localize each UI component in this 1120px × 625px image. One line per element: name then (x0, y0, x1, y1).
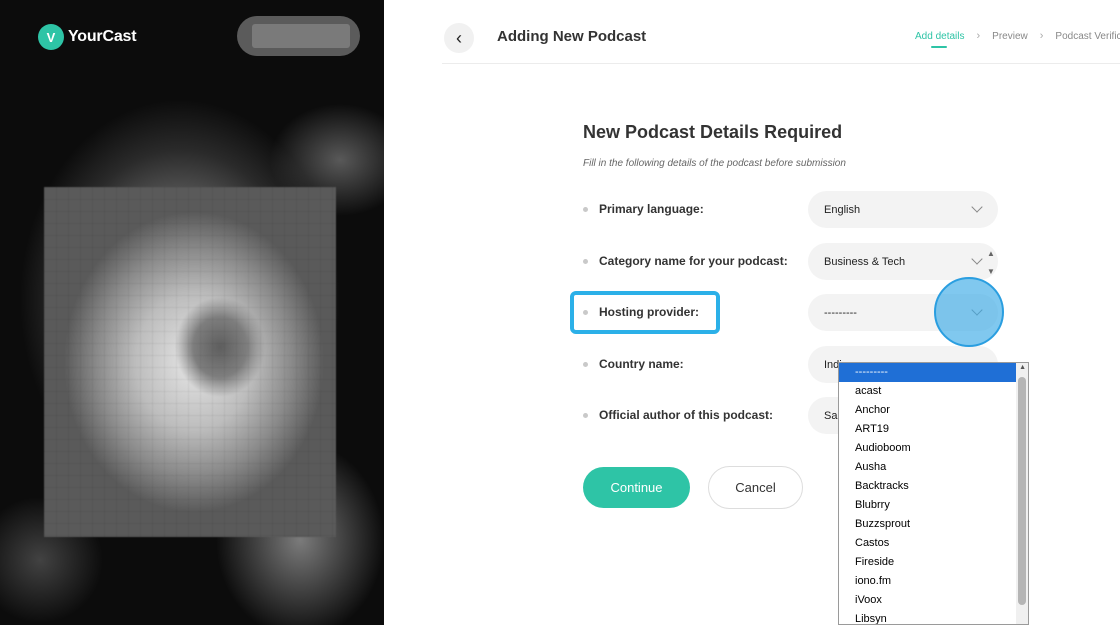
label-category-name: Category name for your podcast: (583, 254, 788, 268)
back-button[interactable]: ‹ (444, 23, 474, 53)
form-subtitle: Fill in the following details of the pod… (583, 158, 846, 169)
chevron-left-icon: ‹ (456, 27, 462, 48)
bullet-dot (583, 412, 588, 418)
dropdown-option[interactable]: iono.fm (839, 572, 1028, 591)
blurred-account-name (252, 24, 350, 48)
hosting-provider-dropdown[interactable]: --------- acast Anchor ART19 Audioboom A… (838, 362, 1029, 625)
left-preview-panel: V YourCast (0, 0, 384, 625)
category-select[interactable]: Business & Tech (808, 243, 998, 280)
caret-down-icon[interactable]: ▼ (987, 263, 995, 281)
page-header: ‹ Adding New Podcast Add details › Previ… (442, 0, 1120, 64)
chevron-down-icon (972, 255, 982, 265)
podcast-v-icon: V (38, 24, 64, 50)
page-title: Adding New Podcast (497, 28, 647, 45)
continue-button[interactable]: Continue (583, 467, 690, 508)
dropdown-option[interactable]: Blubrry (839, 496, 1028, 515)
cancel-button[interactable]: Cancel (708, 466, 803, 509)
bullet-dot (583, 309, 588, 315)
dropdown-option[interactable]: Castos (839, 534, 1028, 553)
scrollbar-thumb[interactable] (1018, 377, 1026, 605)
chevron-down-icon (972, 203, 982, 213)
form-title: New Podcast Details Required (583, 122, 843, 142)
bullet-dot (583, 258, 588, 264)
chevron-right-icon: › (1039, 30, 1044, 42)
brand-name: YourCast (68, 28, 137, 45)
brand-logo[interactable]: V YourCast (38, 24, 137, 50)
label-primary-language: Primary language: (583, 202, 704, 216)
pixelated-cover-image (44, 187, 336, 537)
progress-steps: Add details › Preview › Podcast Verifica (915, 30, 1120, 48)
dropdown-option[interactable]: iVoox (839, 591, 1028, 610)
bullet-dot (583, 361, 588, 367)
dropdown-option[interactable]: Buzzsprout (839, 515, 1028, 534)
dropdown-scrollbar[interactable]: ▲ (1016, 363, 1028, 624)
dropdown-option[interactable]: --------- (839, 363, 1028, 382)
dropdown-option[interactable]: ART19 (839, 420, 1028, 439)
label-official-author: Official author of this podcast: (583, 408, 773, 422)
bullet-dot (583, 206, 588, 212)
blurred-account-pill[interactable] (237, 16, 360, 56)
label-country-name: Country name: (583, 357, 684, 371)
step-add-details[interactable]: Add details (915, 31, 964, 48)
dropdown-option[interactable]: Ausha (839, 458, 1028, 477)
spinner-arrows[interactable]: ▲ ▼ (987, 245, 995, 281)
dropdown-option[interactable]: Backtracks (839, 477, 1028, 496)
dropdown-option[interactable]: Fireside (839, 553, 1028, 572)
step-preview[interactable]: Preview (992, 31, 1028, 42)
click-indicator (934, 277, 1004, 347)
caret-up-icon[interactable]: ▲ (987, 245, 995, 263)
primary-language-select[interactable]: English (808, 191, 998, 228)
dropdown-option[interactable]: Libsyn (839, 610, 1028, 624)
dropdown-option[interactable]: Anchor (839, 401, 1028, 420)
chevron-right-icon: › (976, 30, 981, 42)
step-podcast-verification[interactable]: Podcast Verifica (1055, 31, 1120, 42)
label-hosting-provider: Hosting provider: (583, 305, 699, 319)
dropdown-option[interactable]: acast (839, 382, 1028, 401)
dropdown-option[interactable]: Audioboom (839, 439, 1028, 458)
scroll-up-icon[interactable]: ▲ (1019, 364, 1026, 371)
